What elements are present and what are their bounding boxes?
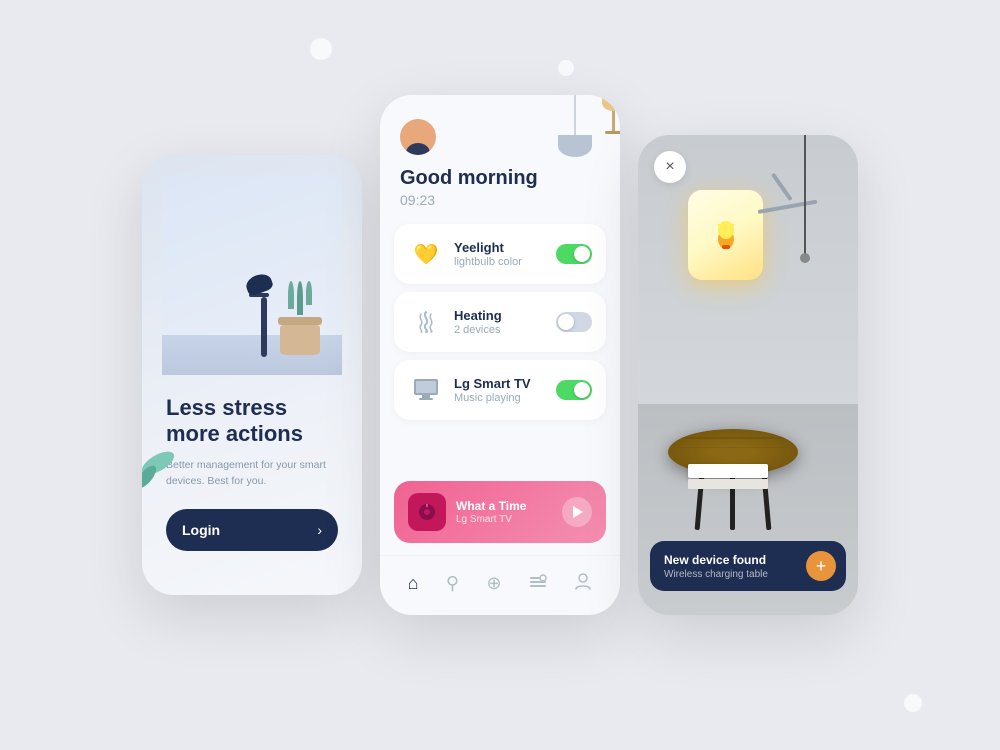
tv-name: Lg Smart TV xyxy=(454,376,546,391)
close-icon: × xyxy=(665,158,674,176)
login-arrow-icon: › xyxy=(317,522,322,538)
plus-icon: + xyxy=(816,556,827,577)
device-item-tv[interactable]: Lg Smart TV Music playing xyxy=(394,360,606,420)
heating-icon xyxy=(408,304,444,340)
login-subtitle: Better management for your smart devices… xyxy=(166,458,338,490)
time-display: 09:23 xyxy=(400,192,600,208)
play-button[interactable] xyxy=(562,497,592,527)
heating-name: Heating xyxy=(454,308,546,323)
leaf-decoration xyxy=(142,435,181,495)
yeelight-status: lightbulb color xyxy=(454,256,546,268)
floor-lamp xyxy=(256,275,272,357)
deco-circle-2 xyxy=(558,60,574,76)
now-playing-bar[interactable]: What a Time Lg Smart TV xyxy=(394,481,606,543)
tv-icon xyxy=(408,372,444,408)
heating-toggle[interactable] xyxy=(556,312,592,332)
greeting-text: Good morning xyxy=(400,167,600,190)
now-playing-source: Lg Smart TV xyxy=(456,514,552,525)
nav-home[interactable]: ⌂ xyxy=(400,569,427,598)
nav-search[interactable]: ⚲ xyxy=(438,569,467,598)
nav-grid[interactable] xyxy=(521,568,555,599)
headline-line2: more actions xyxy=(166,421,303,446)
play-icon xyxy=(573,506,583,518)
login-illustration xyxy=(162,175,342,375)
yeelight-icon: 💛 xyxy=(408,236,444,272)
login-headline: Less stress more actions xyxy=(166,395,338,448)
dashboard-header: Good morning 09:23 xyxy=(380,95,620,224)
bottom-nav: ⌂ ⚲ ⊕ xyxy=(380,555,620,615)
close-button[interactable]: × xyxy=(654,151,686,183)
deco-circle-3 xyxy=(904,694,922,712)
search-icon: ⚲ xyxy=(446,573,459,594)
yeelight-name: Yeelight xyxy=(454,240,546,255)
device-item-yeelight[interactable]: 💛 Yeelight lightbulb color xyxy=(394,224,606,284)
device-item-heating[interactable]: Heating 2 devices xyxy=(394,292,606,352)
now-playing-title: What a Time xyxy=(456,499,552,513)
add-icon: ⊕ xyxy=(486,573,501,594)
smart-bulb-device xyxy=(688,190,763,280)
deco-circle-1 xyxy=(310,38,332,60)
profile-icon xyxy=(574,572,592,595)
banner-subtitle: Wireless charging table xyxy=(664,569,798,580)
tv-status: Music playing xyxy=(454,392,546,404)
nav-add[interactable]: ⊕ xyxy=(478,569,509,598)
home-icon: ⌂ xyxy=(408,573,419,594)
new-device-banner: New device found Wireless charging table… xyxy=(650,541,846,591)
hanging-cable xyxy=(800,135,810,263)
banner-title: New device found xyxy=(664,553,798,567)
book-on-table xyxy=(688,464,768,489)
grid-icon xyxy=(529,572,547,595)
login-text-area: Less stress more actions Better manageme… xyxy=(162,391,342,551)
now-playing-thumb xyxy=(408,493,446,531)
tv-toggle[interactable] xyxy=(556,380,592,400)
devices-list: 💛 Yeelight lightbulb color Heating 2 dev… xyxy=(380,224,620,473)
dashboard-card: Good morning 09:23 💛 Yeelight lightbulb … xyxy=(380,95,620,615)
nav-profile[interactable] xyxy=(566,568,600,599)
login-button[interactable]: Login › xyxy=(166,509,338,551)
heating-status: 2 devices xyxy=(454,324,546,336)
login-button-label: Login xyxy=(182,522,220,538)
login-card: Less stress more actions Better manageme… xyxy=(142,155,362,595)
yeelight-toggle[interactable] xyxy=(556,244,592,264)
add-device-button[interactable]: + xyxy=(806,551,836,581)
user-avatar xyxy=(400,119,436,155)
device-found-card: × New device found Wireless charging tab… xyxy=(638,135,858,615)
plant-pot xyxy=(278,281,322,355)
headline-line1: Less stress xyxy=(166,395,287,420)
